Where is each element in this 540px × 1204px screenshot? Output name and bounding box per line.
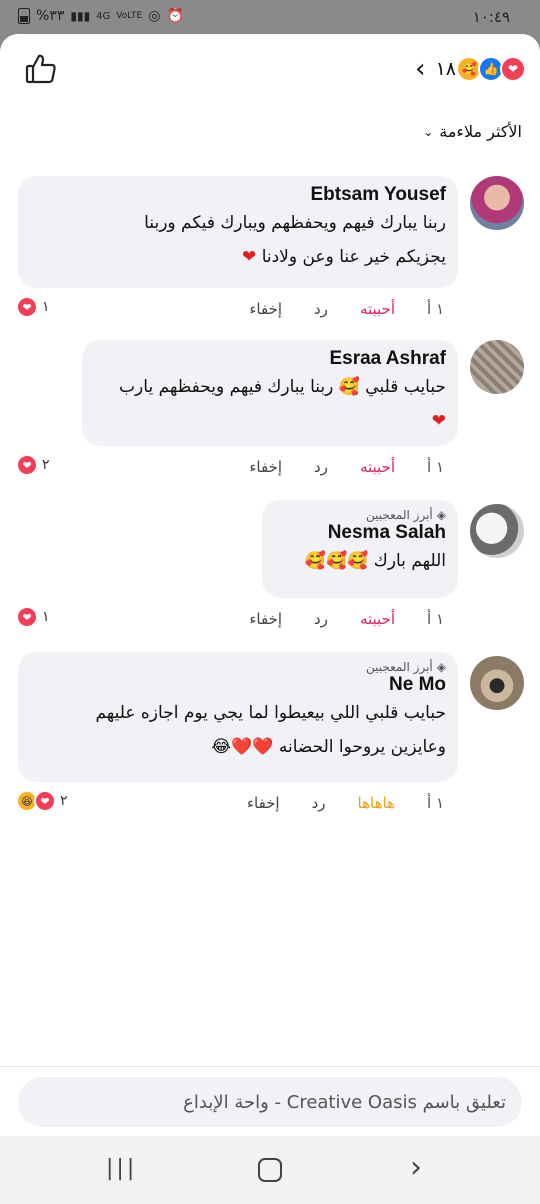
reply-action[interactable]: رد bbox=[314, 300, 328, 318]
heart-emoji-icon: ❤ bbox=[431, 411, 446, 431]
status-icons: %٣٣ ▮▮▮ 4G VoLTE ◎ ⏰ bbox=[18, 8, 184, 24]
alarm-icon: ⏰ bbox=[166, 8, 184, 24]
comment-bubble[interactable]: Esraa Ashraf حبايب قلبي 🥰 ربنا يبارك فيه… bbox=[82, 340, 458, 446]
recent-apps-icon[interactable]: ||| bbox=[106, 1156, 137, 1181]
chevron-down-icon: ⌄ bbox=[423, 124, 434, 139]
love-reaction-icon: ❤ bbox=[16, 606, 38, 628]
comment-reactions[interactable]: ❤ ٢ bbox=[16, 454, 50, 476]
comment-reaction-count: ٢ bbox=[42, 457, 50, 473]
comment-timestamp[interactable]: ١ أ bbox=[427, 458, 444, 476]
reply-action[interactable]: رد bbox=[314, 610, 328, 628]
diamond-icon: ◈ bbox=[436, 508, 446, 522]
comment-author[interactable]: Nesma Salah bbox=[276, 522, 446, 544]
sort-dropdown[interactable]: الأكثر ملاءمة ⌄ bbox=[423, 122, 522, 141]
comment-author[interactable]: Esraa Ashraf bbox=[96, 348, 446, 370]
comment-actions: ١ أ أحببته رد إخفاء bbox=[249, 300, 444, 318]
heart-emoji-icon: ❤ bbox=[242, 247, 257, 267]
comment-reactions[interactable]: 😆 ❤ ٢ bbox=[16, 790, 68, 812]
comment-text-line: ❤ bbox=[96, 404, 446, 438]
comment-reaction-count: ١ bbox=[42, 299, 50, 315]
reactions-header: ‹ ١٨ 🥰 👍 ❤ bbox=[0, 34, 540, 104]
avatar[interactable] bbox=[470, 176, 524, 230]
comment-reactions[interactable]: ❤ ١ bbox=[16, 296, 50, 318]
system-navigation-bar: ||| › bbox=[0, 1136, 540, 1204]
hotspot-icon: ◎ bbox=[148, 8, 161, 24]
chevron-left-icon[interactable]: ‹ bbox=[415, 54, 425, 84]
comment-text-line: وعايزين يروحوا الحضانه ❤️❤️😂 bbox=[211, 737, 446, 757]
like-action[interactable]: أحببته bbox=[360, 610, 395, 628]
comment-text-line: ربنا يبارك فيهم ويحفظهم ويبارك فيكم وربن… bbox=[144, 213, 446, 233]
comment-timestamp[interactable]: ١ أ bbox=[427, 300, 444, 318]
back-icon[interactable]: › bbox=[410, 1150, 422, 1185]
comment-actions: ١ أ هاهاها رد إخفاء bbox=[247, 794, 444, 812]
battery-icon bbox=[18, 8, 30, 24]
comment-reactions[interactable]: ❤ ١ bbox=[16, 606, 50, 628]
comment-author[interactable]: Ebtsam Yousef bbox=[32, 184, 446, 206]
comment-text-line: حبايب قلبي اللي بيعيطوا لما يجي يوم اجاز… bbox=[95, 703, 446, 723]
love-reaction-icon: ❤ bbox=[16, 296, 38, 318]
top-fan-badge: ◈ أبرز المعجبين bbox=[366, 508, 446, 522]
sort-label: الأكثر ملاءمة bbox=[439, 122, 522, 141]
comments-sheet: ‹ ١٨ 🥰 👍 ❤ الأكثر ملاءمة ⌄ Ebtsam Yousef… bbox=[0, 34, 540, 1137]
comment-input[interactable]: تعليق باسم Creative Oasis - واحة الإبداع bbox=[18, 1077, 522, 1127]
like-action[interactable]: أحببته bbox=[360, 458, 395, 476]
reply-action[interactable]: رد bbox=[312, 794, 326, 812]
comment-actions: ١ أ أحببته رد إخفاء bbox=[249, 458, 444, 476]
thumbs-up-icon bbox=[25, 54, 56, 84]
hide-action[interactable]: إخفاء bbox=[249, 300, 282, 318]
network-4g-label: 4G bbox=[96, 10, 111, 22]
battery-percent: %٣٣ bbox=[36, 8, 65, 24]
comment-bubble[interactable]: ◈ أبرز المعجبين Ne Mo حبايب قلبي اللي بيع… bbox=[18, 652, 458, 782]
reaction-count: ١٨ bbox=[435, 58, 456, 80]
comment-timestamp[interactable]: ١ أ bbox=[427, 610, 444, 628]
comment-reaction-count: ١ bbox=[42, 609, 50, 625]
hide-action[interactable]: إخفاء bbox=[249, 610, 282, 628]
comment-bubble[interactable]: ◈ أبرز المعجبين Nesma Salah اللهم بارك 🥰🥰… bbox=[262, 500, 458, 598]
comment-timestamp[interactable]: ١ أ bbox=[427, 794, 444, 812]
comment-author[interactable]: Ne Mo bbox=[32, 674, 446, 696]
home-icon[interactable] bbox=[258, 1158, 282, 1182]
top-fan-badge: ◈ أبرز المعجبين bbox=[366, 660, 446, 674]
signal-icon: ▮▮▮ bbox=[70, 9, 91, 23]
haha-action[interactable]: هاهاها bbox=[358, 794, 395, 812]
hide-action[interactable]: إخفاء bbox=[247, 794, 280, 812]
comment-text-line: اللهم بارك 🥰🥰🥰 bbox=[304, 551, 446, 571]
clock: ١٠:٤٩ bbox=[472, 8, 510, 26]
reply-action[interactable]: رد bbox=[314, 458, 328, 476]
avatar[interactable] bbox=[470, 340, 524, 394]
comment-actions: ١ أ أحببته رد إخفاء bbox=[249, 610, 444, 628]
comment-text-line: حبايب قلبي 🥰 ربنا يبارك فيهم ويحفظهم يار… bbox=[119, 377, 446, 397]
avatar[interactable] bbox=[470, 656, 524, 710]
like-action[interactable]: أحببته bbox=[360, 300, 395, 318]
comment-reaction-count: ٢ bbox=[60, 793, 68, 809]
avatar[interactable] bbox=[470, 504, 524, 558]
love-reaction-icon: ❤ bbox=[500, 56, 526, 82]
reaction-summary[interactable]: ‹ ١٨ 🥰 👍 ❤ bbox=[415, 54, 526, 84]
comment-bubble[interactable]: Ebtsam Yousef ربنا يبارك فيهم ويحفظهم وي… bbox=[18, 176, 458, 288]
comment-composer-bar: تعليق باسم Creative Oasis - واحة الإبداع bbox=[0, 1066, 540, 1137]
comment-text-line: يجزيكم خير عنا وعن ولادنا ❤ bbox=[242, 247, 446, 267]
volte-label: VoLTE bbox=[116, 11, 143, 21]
diamond-icon: ◈ bbox=[436, 660, 446, 674]
love-reaction-icon: ❤ bbox=[34, 790, 56, 812]
status-bar: %٣٣ ▮▮▮ 4G VoLTE ◎ ⏰ ١٠:٤٩ bbox=[0, 0, 540, 34]
like-button[interactable] bbox=[24, 52, 58, 86]
hide-action[interactable]: إخفاء bbox=[249, 458, 282, 476]
love-reaction-icon: ❤ bbox=[16, 454, 38, 476]
